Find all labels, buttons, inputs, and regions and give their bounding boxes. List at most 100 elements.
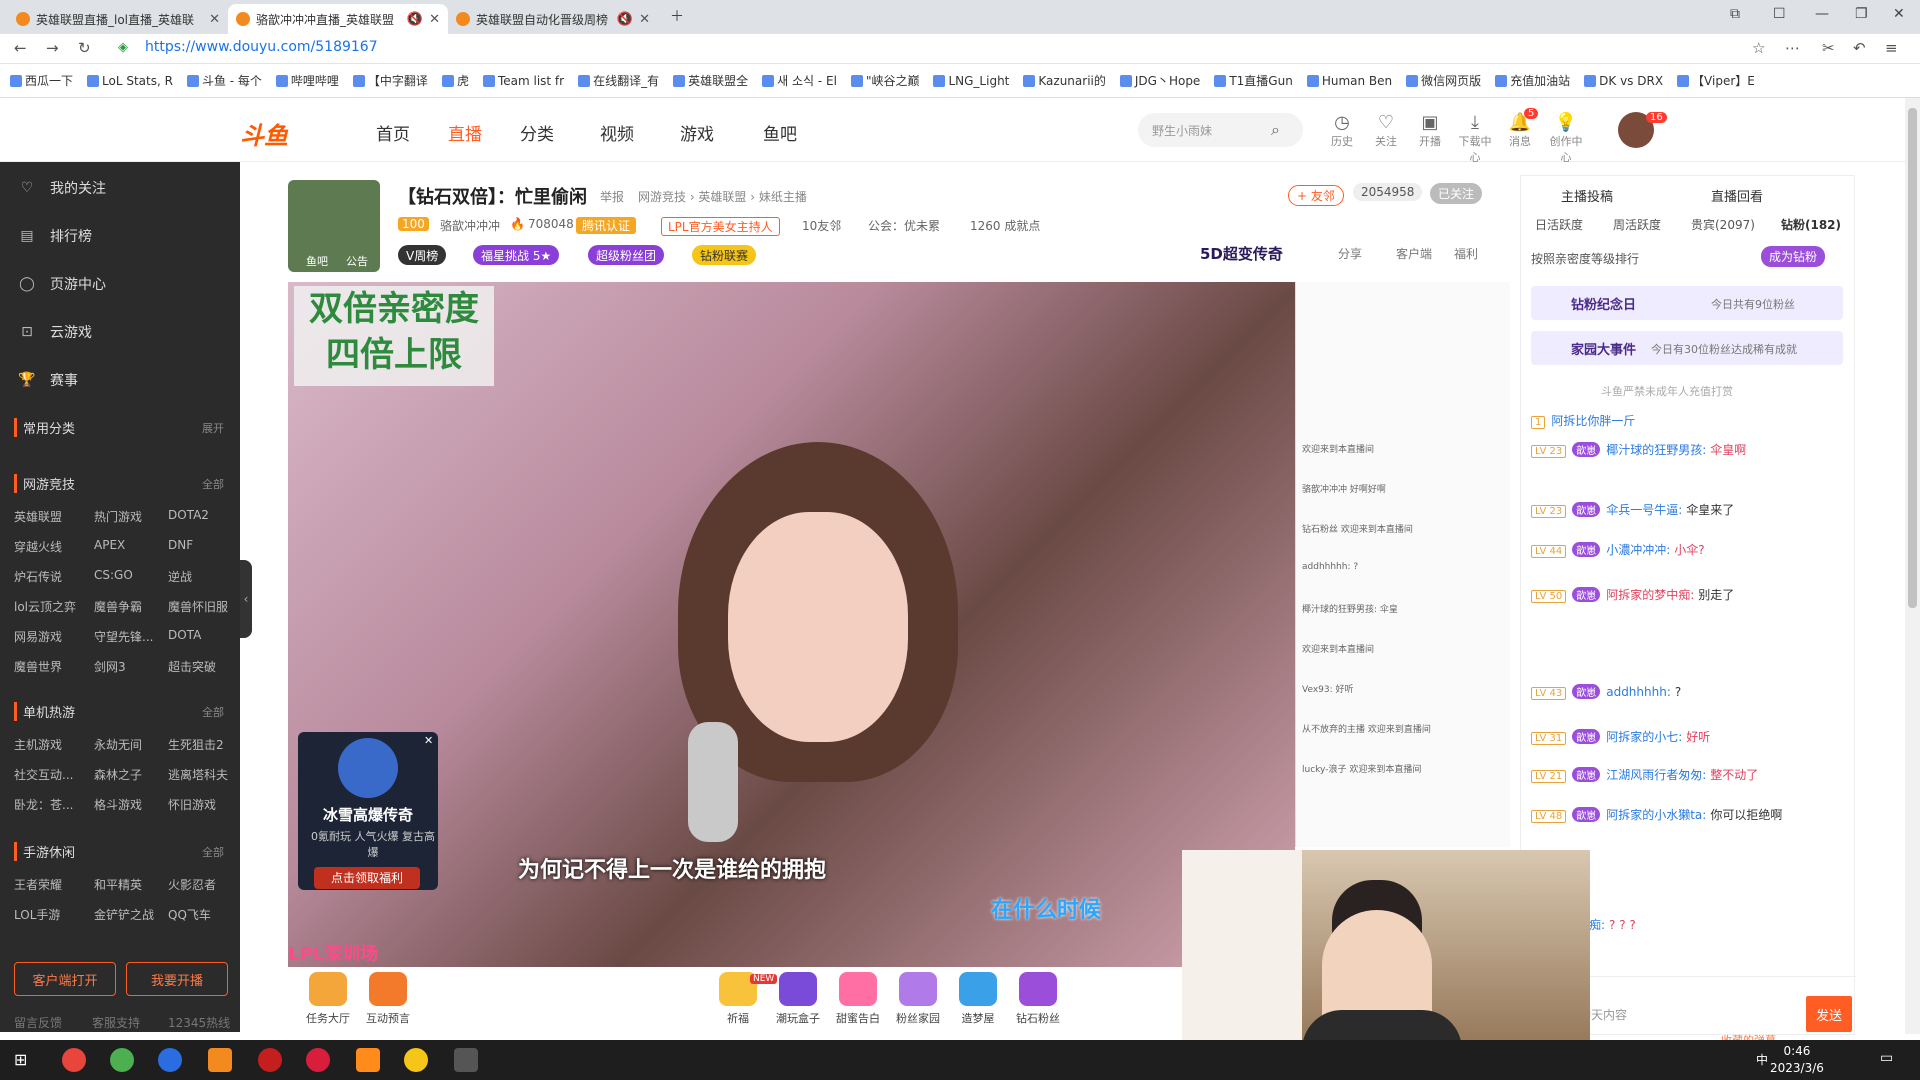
history-button[interactable]: ◷ 历史 [1322,112,1362,149]
sidebar-item-cloudgame[interactable]: ⊡ 云游戏 [18,322,92,342]
notification-icon[interactable]: ▭ [1880,1050,1893,1066]
bookmark-item[interactable]: 새 소식 - El [762,72,837,89]
chat-username[interactable]: 阿拆比你胖一斤 [1551,414,1635,428]
secure-icon[interactable]: ◈ [118,40,128,55]
broadcast-button[interactable]: ▣ 开播 [1410,112,1450,149]
diamond-anniversary-banner[interactable]: 钻粉纪念日 今日共有9位粉丝 [1531,286,1843,320]
reload-icon[interactable]: ↻ [78,39,91,57]
collections-icon[interactable]: ☐ [1773,6,1786,22]
category-link[interactable]: 金铲铲之战 [94,906,154,923]
douyu-logo[interactable]: 斗鱼 [240,116,288,151]
lucky-challenge-pill[interactable]: 福星挑战 5★ [473,245,560,265]
home-event-banner[interactable]: 家园大事件 今日有30位粉丝达成稀有成就 [1531,331,1843,365]
toolbar-item[interactable]: 任务大厅 [298,972,358,1026]
category-link[interactable]: 永劫无间 [94,736,142,753]
bookmark-item[interactable]: 【中字翻译 [352,72,428,89]
nav-category[interactable]: 分类 [520,120,554,145]
category-link[interactable]: 王者荣耀 [14,876,62,893]
footer-hotline[interactable]: 12345热线 [168,1014,230,1031]
mute-icon[interactable]: 🔇 [617,12,633,27]
open-client-button[interactable]: 客户端打开 [14,962,116,996]
friends-count[interactable]: 10友邻 [802,217,841,234]
category-link[interactable]: 炉石传说 [14,568,62,585]
category-link[interactable]: 魔兽怀旧服 [168,598,228,615]
bookmark-item[interactable]: Kazunarii的 [1023,72,1106,89]
chat-username[interactable]: 阿拆家的小水獭ta: [1606,808,1706,822]
category-link[interactable]: 逆战 [168,568,192,585]
search-icon[interactable]: ⌕ [1271,120,1280,140]
browser-tab[interactable]: 英雄联盟直播_lol直播_英雄联 ✕ [8,4,228,34]
sidebar-collapse-handle[interactable]: ‹ [240,560,252,638]
streamer-name[interactable]: 骆歆冲冲冲 [440,217,500,234]
category-link[interactable]: 格斗游戏 [94,796,142,813]
category-link[interactable]: 主机游戏 [14,736,62,753]
close-icon[interactable]: ✕ [639,12,650,27]
category-link[interactable]: 穿越火线 [14,538,62,555]
guild-name[interactable]: 公会：优未累 [868,217,940,234]
sidebar-item-esports[interactable]: 🏆 赛事 [18,370,78,390]
followed-button[interactable]: 已关注 [1430,183,1483,204]
chrome-beta-icon[interactable] [110,1048,134,1072]
bookmark-item[interactable]: 虎 [441,72,469,89]
nav-games[interactable]: 游戏 [680,120,714,145]
section-more-link[interactable]: 全部 [202,476,224,492]
diamond-league-pill[interactable]: 钻粉联赛 [692,245,757,265]
new-tab-button[interactable]: ＋ [670,6,684,26]
ime-indicator[interactable]: 中 [1756,1051,1768,1068]
nav-home[interactable]: 首页 [376,120,410,145]
chat-username[interactable]: addhhhhh: [1606,685,1671,699]
room-category[interactable]: 网游竞技 › 英雄联盟 › 妹纸主播 [638,188,807,205]
close-icon[interactable]: ✕ [209,12,220,27]
weibo-icon[interactable] [306,1048,330,1072]
page-scrollbar[interactable] [1905,98,1920,1034]
category-link[interactable]: DOTA [168,628,201,642]
category-link[interactable]: 火影忍者 [168,876,216,893]
bookmark-item[interactable]: 【Viper】E [1677,72,1755,89]
send-button[interactable]: 发送 [1806,996,1852,1032]
report-link[interactable]: 举报 [600,188,624,205]
category-link[interactable]: 英雄联盟 [14,508,62,525]
super-fans-pill[interactable]: 超级粉丝团 [588,245,665,265]
section-more-link[interactable]: 全部 [202,704,224,720]
bookmark-item[interactable]: 西瓜一下 [10,72,73,89]
tab-diamond[interactable]: 钻粉(182) [1781,216,1841,233]
creator-button[interactable]: 💡 创作中心 [1546,112,1586,165]
nav-live[interactable]: 直播 [448,120,482,145]
category-link[interactable]: APEX [94,538,125,552]
category-link[interactable]: 魔兽争霸 [94,598,142,615]
mute-icon[interactable]: 🔇 [407,12,423,27]
tab-daily[interactable]: 日活跃度 [1535,216,1583,233]
chat-username[interactable]: 江湖风雨行者匆匆: [1606,768,1706,782]
bookmark-item[interactable]: LoL Stats, R [87,74,173,88]
sidebar-item-follow[interactable]: ♡ 我的关注 [18,178,106,198]
bookmark-item[interactable]: 微信网页版 [1406,72,1481,89]
category-link[interactable]: DOTA2 [168,508,209,522]
category-link[interactable]: QQ飞车 [168,906,211,923]
tab-vip[interactable]: 贵宾(2097) [1691,216,1755,233]
category-link[interactable]: CS:GO [94,568,133,582]
undo-icon[interactable]: ↶ [1853,39,1866,57]
category-link[interactable]: 森林之子 [94,766,142,783]
bookmark-item[interactable]: 哔哩哔哩 [275,72,339,89]
category-link[interactable]: 守望先锋... [94,628,153,645]
netease-music-icon[interactable] [258,1048,282,1072]
chat-username[interactable]: 阿拆家的小七: [1606,730,1682,744]
game-ad[interactable]: ✕ 冰雪高爆传奇 0氪耐玩 人气火爆 复古高爆 点击领取福利 [298,732,438,890]
category-link[interactable]: 生死狙击2 [168,736,224,753]
tab-weekly[interactable]: 周活跃度 [1613,216,1661,233]
star-icon[interactable]: ☆ [1752,39,1765,57]
category-link[interactable]: 社交互动... [14,766,73,783]
share-button[interactable]: 分享 [1338,245,1362,262]
category-link[interactable]: DNF [168,538,193,552]
sidebar-item-webgame[interactable]: ◯ 页游中心 [18,274,106,294]
category-link[interactable]: 剑网3 [94,658,126,675]
welfare-button[interactable]: 福利 [1454,245,1478,262]
chat-username[interactable]: 小濃冲冲冲: [1606,543,1670,557]
toolbar-item[interactable]: 造梦屋 [948,972,1008,1026]
toolbar-item[interactable]: 互动预言 [358,972,418,1026]
close-window-button[interactable]: ✕ [1893,6,1905,22]
app-icon-o[interactable] [404,1048,428,1072]
footer-support[interactable]: 客服支持 [92,1014,140,1031]
ad-cta-button[interactable]: 点击领取福利 [314,867,420,889]
client-button[interactable]: 客户端 [1396,245,1432,262]
